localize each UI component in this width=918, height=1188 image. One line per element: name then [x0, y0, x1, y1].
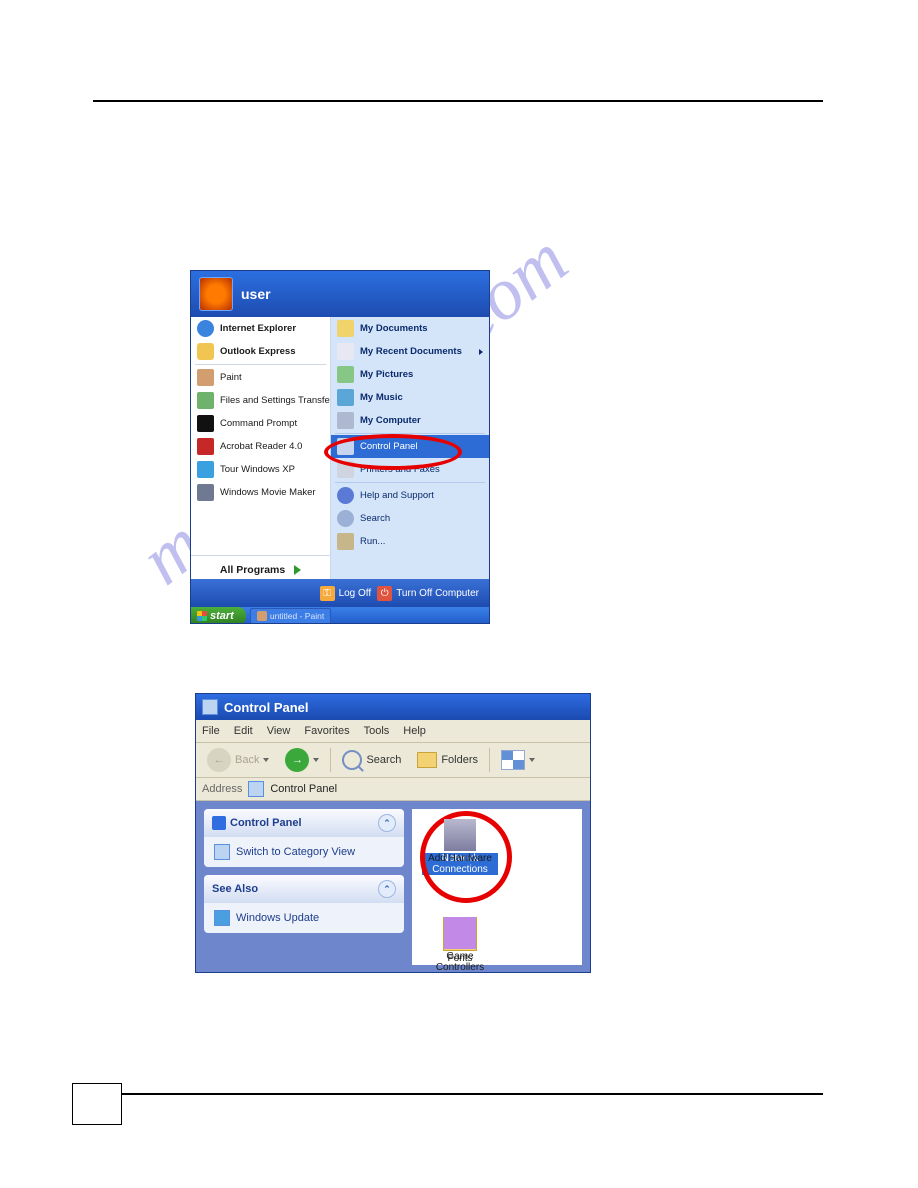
- user-avatar: [199, 277, 233, 311]
- menu-bar: File Edit View Favorites Tools Help: [196, 720, 590, 743]
- menu-help[interactable]: Help: [403, 725, 426, 737]
- globe-icon: [214, 910, 230, 926]
- window-title: Control Panel: [224, 700, 309, 715]
- shield-icon: [212, 816, 226, 830]
- taskbar: start untitled - Paint: [191, 607, 489, 624]
- dropdown-icon: [313, 758, 319, 762]
- menu-view[interactable]: View: [267, 725, 291, 737]
- folder-icon: [417, 752, 437, 768]
- tour-icon: [197, 461, 214, 478]
- item-game-controllers[interactable]: Game Controllers: [422, 917, 498, 973]
- menu-file[interactable]: File: [202, 725, 220, 737]
- recent-icon: [337, 343, 354, 360]
- menu-edit[interactable]: Edit: [234, 725, 253, 737]
- menu-tools[interactable]: Tools: [364, 725, 390, 737]
- username: user: [241, 286, 271, 302]
- content-area: Network Connections Add Hardware Fonts G…: [412, 809, 582, 965]
- control-panel-icon: [214, 844, 230, 860]
- outlook-icon: [197, 343, 214, 360]
- key-icon: ⚿: [320, 586, 335, 601]
- cmd-icon: [197, 415, 214, 432]
- footer-rule: [120, 1093, 823, 1095]
- chevron-right-icon: [479, 349, 483, 355]
- folders-button[interactable]: Folders: [412, 749, 483, 771]
- views-button[interactable]: [496, 747, 540, 773]
- run-icon: [337, 533, 354, 550]
- pictures-icon: [337, 366, 354, 383]
- item-add-hardware[interactable]: Add Hardware: [422, 819, 498, 864]
- menu-item-help[interactable]: Help and Support: [331, 484, 489, 507]
- see-also-title: See Also: [212, 883, 258, 895]
- address-label: Address: [202, 783, 242, 795]
- play-arrow-icon: [294, 565, 301, 575]
- menu-item-tour[interactable]: Tour Windows XP: [191, 458, 330, 481]
- control-panel-tasks: Control Panel ⌃ Switch to Category View: [204, 809, 404, 867]
- panel-title: Control Panel: [230, 817, 302, 829]
- see-also-panel: See Also ⌃ Windows Update: [204, 875, 404, 933]
- menu-item-music[interactable]: My Music: [331, 386, 489, 409]
- start-button[interactable]: start: [191, 607, 246, 624]
- all-programs[interactable]: All Programs: [191, 555, 330, 584]
- menu-item-paint[interactable]: Paint: [191, 366, 330, 389]
- power-icon: ⏻: [377, 586, 392, 601]
- forward-button[interactable]: →: [280, 745, 324, 775]
- page-number-box: [72, 1083, 122, 1125]
- computer-icon: [337, 412, 354, 429]
- menu-item-ie[interactable]: Internet Explorer: [191, 317, 330, 340]
- menu-item-run[interactable]: Run...: [331, 530, 489, 553]
- menu-item-documents[interactable]: My Documents: [331, 317, 489, 340]
- switch-view-link[interactable]: Switch to Category View: [204, 837, 404, 867]
- music-icon: [337, 389, 354, 406]
- forward-arrow-icon: →: [285, 748, 309, 772]
- start-left-column: Internet Explorer Outlook Express Paint …: [191, 317, 331, 579]
- address-bar: Address Control Panel: [196, 778, 590, 801]
- menu-favorites[interactable]: Favorites: [304, 725, 349, 737]
- menu-item-pictures[interactable]: My Pictures: [331, 363, 489, 386]
- menu-item-cmd[interactable]: Command Prompt: [191, 412, 330, 435]
- views-icon: [501, 750, 525, 770]
- folder-icon: [337, 320, 354, 337]
- taskbar-item-paint[interactable]: untitled - Paint: [250, 608, 331, 624]
- collapse-button[interactable]: ⌃: [378, 880, 396, 898]
- search-button[interactable]: Search: [337, 747, 406, 773]
- menu-item-fst[interactable]: Files and Settings Transfer W...: [191, 389, 330, 412]
- paint-icon: [197, 369, 214, 386]
- menu-item-outlook[interactable]: Outlook Express: [191, 340, 330, 363]
- menu-item-recent[interactable]: My Recent Documents: [331, 340, 489, 363]
- search-icon: [337, 510, 354, 527]
- search-icon: [342, 750, 362, 770]
- pdf-icon: [197, 438, 214, 455]
- window-title-bar: Control Panel: [196, 694, 590, 720]
- menu-item-search[interactable]: Search: [331, 507, 489, 530]
- hardware-icon: [444, 819, 476, 851]
- collapse-button[interactable]: ⌃: [378, 814, 396, 832]
- paint-icon: [257, 611, 267, 621]
- transfer-icon: [197, 392, 214, 409]
- control-panel-icon: [248, 781, 264, 797]
- menu-item-wmm[interactable]: Windows Movie Maker: [191, 481, 330, 504]
- side-pane: Control Panel ⌃ Switch to Category View …: [196, 801, 412, 973]
- windows-update-link[interactable]: Windows Update: [204, 903, 404, 933]
- movie-icon: [197, 484, 214, 501]
- control-panel-screenshot: Control Panel File Edit View Favorites T…: [195, 693, 591, 973]
- header-rule: [93, 100, 823, 102]
- start-menu-screenshot: user Internet Explorer Outlook Express P…: [190, 270, 490, 624]
- ie-icon: [197, 320, 214, 337]
- address-value[interactable]: Control Panel: [270, 783, 337, 795]
- control-panel-icon: [202, 699, 218, 715]
- gamepad-icon: [444, 917, 476, 949]
- back-arrow-icon: ←: [207, 748, 231, 772]
- help-icon: [337, 487, 354, 504]
- back-button[interactable]: ← Back: [202, 745, 274, 775]
- menu-item-computer[interactable]: My Computer: [331, 409, 489, 432]
- start-menu-header: user: [191, 271, 489, 317]
- logoff-button[interactable]: ⚿Log Off: [320, 586, 372, 601]
- dropdown-icon: [529, 758, 535, 762]
- windows-logo-icon: [197, 611, 207, 621]
- dropdown-icon: [263, 758, 269, 762]
- shutdown-button[interactable]: ⏻Turn Off Computer: [377, 586, 479, 601]
- annotation-circle: [324, 434, 462, 470]
- toolbar: ← Back → Search Folders: [196, 743, 590, 778]
- menu-item-acrobat[interactable]: Acrobat Reader 4.0: [191, 435, 330, 458]
